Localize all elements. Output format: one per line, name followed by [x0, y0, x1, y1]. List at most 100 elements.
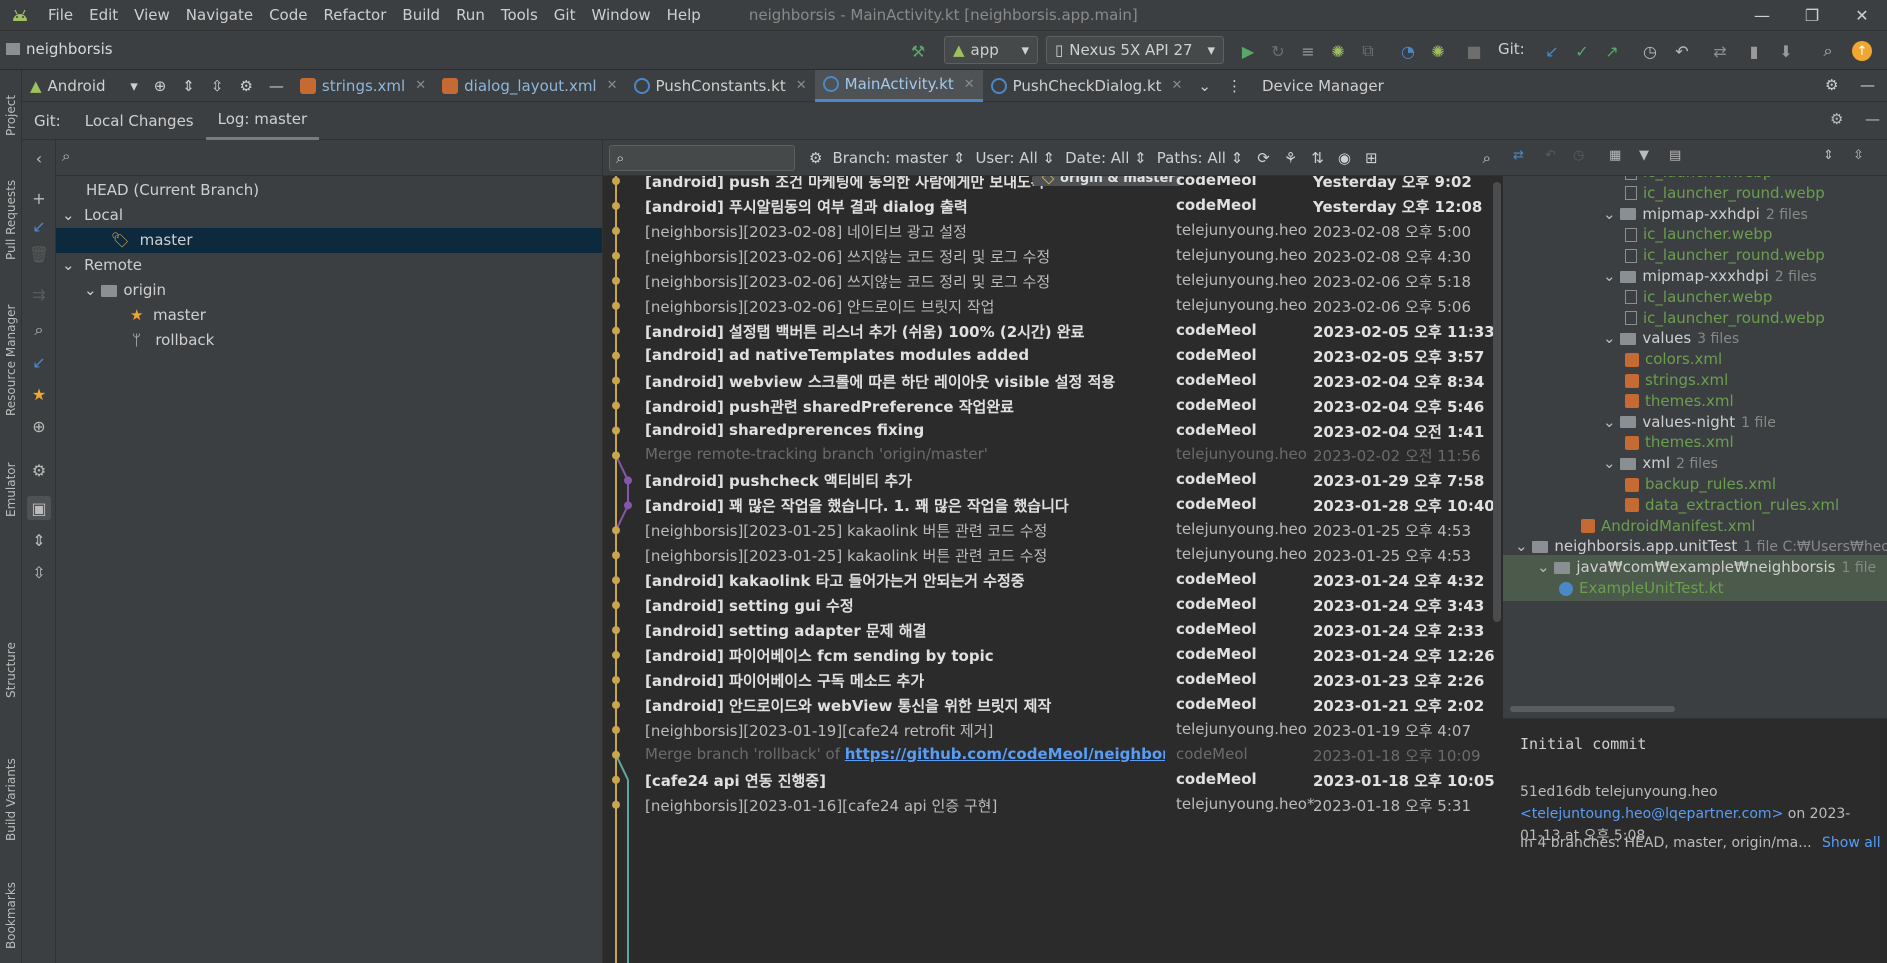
expand-all-icon[interactable]: ⇕: [174, 70, 203, 102]
settings-gear-icon[interactable]: ⚙: [809, 149, 822, 167]
locate-icon[interactable]: ⊕: [146, 70, 175, 102]
new-branch-plus-icon[interactable]: +: [27, 186, 51, 210]
device-manager-icon[interactable]: ▮: [1742, 39, 1766, 63]
branch-group-remote[interactable]: ⌄ Remote: [62, 253, 142, 278]
show-diff-icon[interactable]: ▤: [1669, 148, 1681, 163]
bookmarks-tool-tab[interactable]: Bookmarks: [0, 870, 22, 960]
apply-changes-icon[interactable]: ≡: [1296, 39, 1320, 63]
settings-gear-icon[interactable]: ⚙: [1825, 76, 1838, 94]
new-tab-icon[interactable]: ⊞: [1365, 149, 1378, 167]
user-filter[interactable]: User: All ⇕: [975, 149, 1055, 167]
rerun-icon[interactable]: ↻: [1266, 39, 1290, 63]
branch-origin-master[interactable]: ★ master: [130, 303, 206, 328]
tab-pushcheckdialog-kt[interactable]: PushCheckDialog.kt ✕: [983, 70, 1191, 102]
close-window-icon[interactable]: ✕: [1837, 0, 1887, 30]
emulator-tool-tab[interactable]: Emulator: [0, 450, 22, 530]
settings-gear-icon[interactable]: ⚙: [27, 458, 51, 482]
history-icon[interactable]: ◷: [1573, 148, 1584, 163]
date-filter[interactable]: Date: All ⇕: [1065, 149, 1147, 167]
filter-icon[interactable]: ▼: [1639, 148, 1649, 163]
make-project-hammer-icon[interactable]: ⚒: [906, 39, 930, 63]
cherry-pick-icon[interactable]: ⚘: [1284, 149, 1297, 167]
structure-tool-tab[interactable]: Structure: [0, 615, 22, 725]
more-actions-icon[interactable]: ⋮: [1219, 70, 1250, 102]
debug-icon[interactable]: ✺: [1326, 39, 1350, 63]
attach-process-icon[interactable]: ✺: [1426, 39, 1450, 63]
device-manager-title[interactable]: Device Manager: [1262, 77, 1384, 95]
show-all-link[interactable]: Show all: [1822, 835, 1881, 851]
menu-refactor[interactable]: Refactor: [315, 0, 394, 30]
menu-file[interactable]: File: [40, 0, 81, 30]
log-search-input[interactable]: ⌕: [609, 144, 795, 171]
collapse-all-icon[interactable]: ⇳: [1853, 148, 1864, 163]
git-rollback-icon[interactable]: ↶: [1670, 39, 1694, 63]
avatar[interactable]: ↑: [1850, 39, 1874, 63]
sync-gradle-icon[interactable]: ⇄: [1708, 39, 1732, 63]
sdk-manager-icon[interactable]: ⬇: [1774, 39, 1798, 63]
close-tab-icon[interactable]: ✕: [796, 78, 807, 93]
branch-search-field[interactable]: ⌕: [56, 140, 603, 176]
hide-icon[interactable]: —: [1860, 76, 1875, 94]
commit-url-link[interactable]: https://github.com/codeMeol/neighborsis: [845, 745, 1165, 763]
menu-code[interactable]: Code: [261, 0, 315, 30]
favorite-star-icon[interactable]: ★: [27, 382, 51, 406]
stop-icon[interactable]: ■: [1462, 39, 1486, 63]
log-scrollbar[interactable]: [1493, 182, 1501, 622]
menu-window[interactable]: Window: [583, 0, 658, 30]
refresh-icon[interactable]: ⟳: [1257, 149, 1270, 167]
branch-group-origin[interactable]: ⌄ origin: [84, 278, 166, 303]
commit-row[interactable]: [neighborsis][2023-01-16][cafe24 api 인증 …: [603, 790, 1495, 820]
hide-icon[interactable]: —: [261, 70, 292, 102]
menu-navigate[interactable]: Navigate: [178, 0, 261, 30]
settings-gear-icon[interactable]: ⚙: [231, 70, 260, 102]
delete-branch-icon[interactable]: 🗑: [27, 242, 51, 266]
tab-mainactivity-kt[interactable]: MainActivity.kt ✕: [814, 69, 983, 102]
collapse-all-icon[interactable]: ⇳: [203, 70, 232, 102]
device-select[interactable]: ▯ Nexus 5X API 27 ▾: [1046, 36, 1224, 64]
minimize-window-icon[interactable]: —: [1737, 0, 1787, 30]
menu-help[interactable]: Help: [659, 0, 709, 30]
git-commit-icon[interactable]: ✓: [1570, 39, 1594, 63]
restore-window-icon[interactable]: ❐: [1787, 0, 1837, 30]
run-icon[interactable]: ▶: [1236, 39, 1260, 63]
revert-icon[interactable]: ↶: [1545, 148, 1556, 163]
project-tool-tab[interactable]: Project: [0, 80, 22, 150]
menu-view[interactable]: View: [126, 0, 178, 30]
paths-filter[interactable]: Paths: All ⇕: [1157, 149, 1244, 167]
close-tab-icon[interactable]: ✕: [607, 78, 618, 93]
project-view-select[interactable]: ▲ Android ▾: [22, 70, 146, 102]
git-push-icon[interactable]: ↗: [1600, 39, 1624, 63]
author-email-link[interactable]: <telejuntoung.heo@lqepartner.com>: [1520, 806, 1783, 822]
build-variants-tool-tab[interactable]: Build Variants: [0, 735, 22, 865]
menu-edit[interactable]: Edit: [81, 0, 126, 30]
menu-git[interactable]: Git: [546, 0, 584, 30]
expand-all-icon[interactable]: ⇕: [1823, 148, 1834, 163]
menu-run[interactable]: Run: [448, 0, 493, 30]
attach-debugger-icon[interactable]: ⧉: [1356, 39, 1380, 63]
compare-icon[interactable]: ⇉: [27, 282, 51, 306]
profile-icon[interactable]: ◔: [1396, 39, 1420, 63]
menu-tools[interactable]: Tools: [493, 0, 546, 30]
sort-icon[interactable]: ⇅: [1311, 149, 1324, 167]
collapse-panel-chevron-icon[interactable]: ‹: [27, 146, 51, 170]
run-config-select[interactable]: ▲ app ▾: [944, 36, 1038, 64]
branch-origin-rollback[interactable]: ᛘ rollback: [132, 328, 214, 353]
fetch-icon[interactable]: ↙: [27, 350, 51, 374]
view-options-eye-icon[interactable]: ◉: [1338, 149, 1351, 167]
search-icon[interactable]: ⌕: [1483, 149, 1491, 167]
collapse-all-icon[interactable]: ⇳: [27, 560, 51, 584]
pull-requests-tool-tab[interactable]: Pull Requests: [0, 165, 22, 275]
close-tab-icon[interactable]: ✕: [1172, 78, 1183, 93]
resource-manager-tool-tab[interactable]: Resource Manager: [0, 290, 22, 430]
branch-local-master[interactable]: 🏷 master: [56, 228, 602, 253]
tab-local-changes[interactable]: Local Changes: [73, 102, 206, 140]
update-project-icon[interactable]: ↙: [27, 214, 51, 238]
tab-dialog-layout-xml[interactable]: dialog_layout.xml ✕: [434, 70, 625, 102]
group-by-icon[interactable]: ▦: [1609, 148, 1621, 163]
branch-group-local[interactable]: ⌄ Local: [62, 203, 602, 228]
close-tab-icon[interactable]: ✕: [415, 78, 426, 93]
tree-file[interactable]: ExampleUnitTest.kt: [1503, 576, 1887, 601]
search-icon[interactable]: ⌕: [27, 318, 51, 342]
git-update-icon[interactable]: ↙: [1540, 39, 1564, 63]
expand-all-icon[interactable]: ⇕: [27, 528, 51, 552]
